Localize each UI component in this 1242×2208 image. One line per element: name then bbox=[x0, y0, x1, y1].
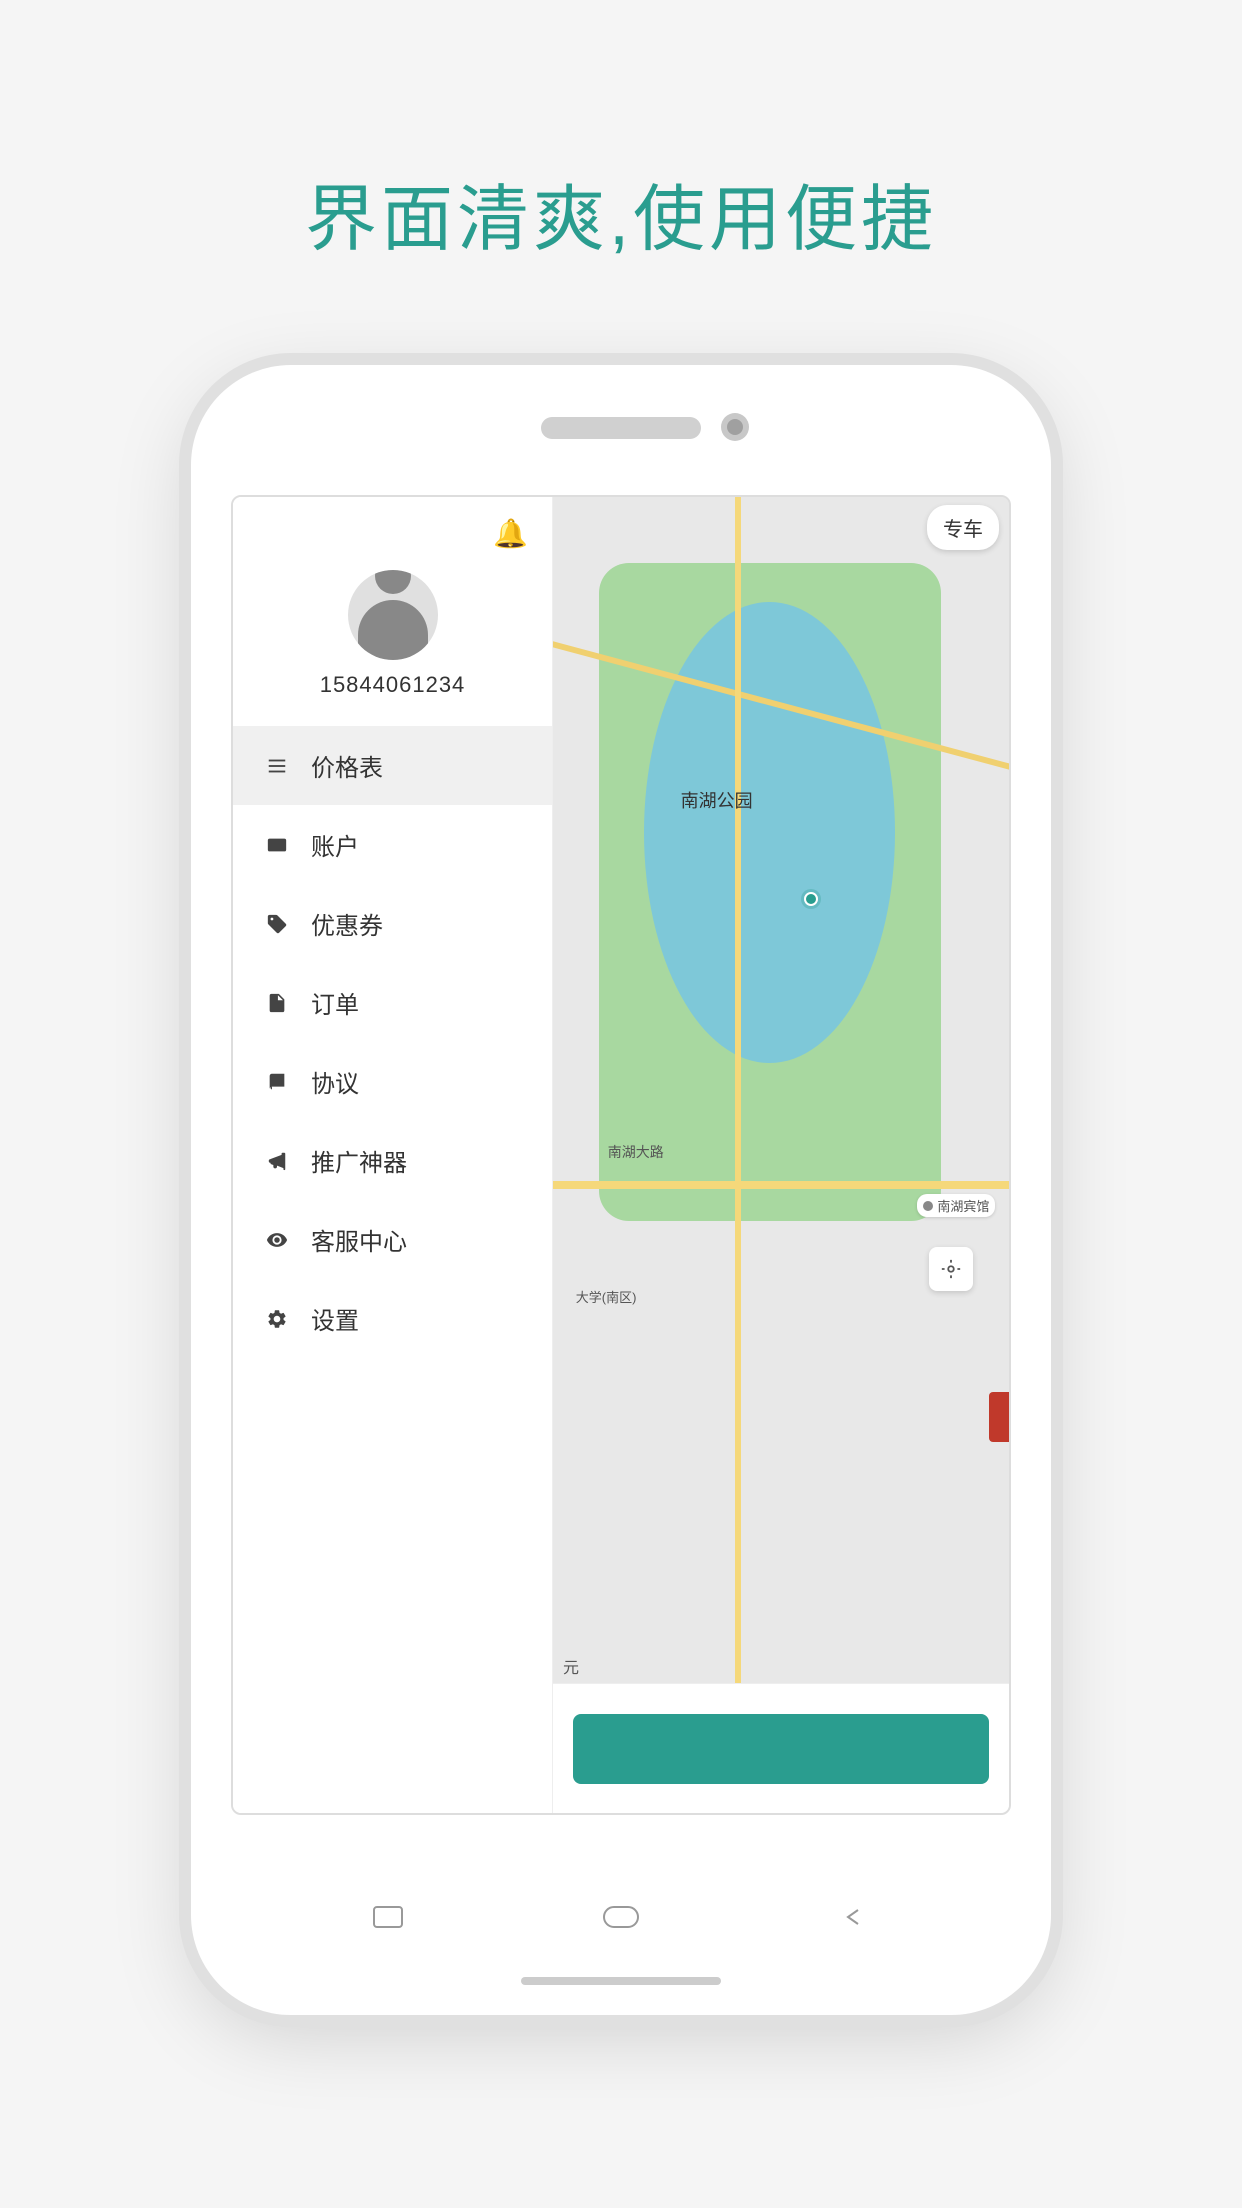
red-marker bbox=[989, 1392, 1009, 1442]
menu-item-coupon[interactable]: 优惠券 bbox=[233, 884, 552, 963]
menu-item-orders[interactable]: 订单 bbox=[233, 963, 552, 1042]
gps-button[interactable] bbox=[929, 1247, 973, 1291]
menu-item-agreement[interactable]: 协议 bbox=[233, 1042, 552, 1121]
menu-item-label: 推广神器 bbox=[311, 1143, 407, 1178]
call-car-button[interactable] bbox=[573, 1714, 989, 1784]
menu-item-promotion[interactable]: 推广神器 bbox=[233, 1121, 552, 1200]
lake-area bbox=[644, 602, 895, 1063]
road-horizontal bbox=[553, 1181, 1009, 1189]
avatar[interactable] bbox=[348, 570, 438, 660]
megaphone-icon bbox=[261, 1150, 293, 1172]
wallet-icon bbox=[261, 834, 293, 856]
hotel-dot bbox=[923, 1201, 933, 1211]
yuan-label: 元 bbox=[563, 1654, 579, 1678]
menu-item-label: 设置 bbox=[311, 1301, 359, 1336]
menu-item-label: 协议 bbox=[311, 1064, 359, 1099]
home-bar bbox=[521, 1977, 721, 1985]
bottom-cta-area bbox=[553, 1683, 1009, 1813]
park-label: 南湖公园 bbox=[681, 787, 753, 813]
menu-item-label: 客服中心 bbox=[311, 1222, 407, 1257]
eye-icon bbox=[261, 1229, 293, 1251]
book-icon bbox=[261, 1071, 293, 1093]
menu-panel: 🔔 15844061234 bbox=[233, 497, 553, 1813]
phone-speaker bbox=[541, 417, 701, 439]
menu-item-label: 价格表 bbox=[311, 748, 383, 783]
nav-icon-rect[interactable] bbox=[363, 1899, 413, 1935]
phone-mockup: 🔔 15844061234 bbox=[191, 365, 1051, 2015]
university-label: 大学(南区) bbox=[576, 1287, 637, 1306]
phone-screen: 🔔 15844061234 bbox=[231, 495, 1011, 1815]
menu-item-label: 优惠券 bbox=[311, 906, 383, 941]
avatar-head bbox=[375, 570, 411, 594]
road-vertical bbox=[735, 497, 741, 1813]
list-icon bbox=[261, 755, 293, 777]
hotel-label: 南湖宾馆 bbox=[917, 1194, 995, 1217]
nav-icon-home[interactable] bbox=[596, 1899, 646, 1935]
receipt-icon bbox=[261, 992, 293, 1014]
phone-bottom-bar bbox=[191, 1899, 1051, 1935]
bell-area: 🔔 bbox=[233, 497, 552, 560]
phone-camera bbox=[721, 413, 749, 441]
menu-item-account[interactable]: 账户 bbox=[233, 805, 552, 884]
gear-icon bbox=[261, 1308, 293, 1330]
bell-icon[interactable]: 🔔 bbox=[493, 517, 528, 550]
tag-icon bbox=[261, 913, 293, 935]
avatar-section: 15844061234 bbox=[233, 560, 552, 726]
zhuanche-tab[interactable]: 专车 bbox=[927, 505, 999, 550]
page-title: 界面清爽,使用便捷 bbox=[305, 160, 937, 265]
menu-item-label: 订单 bbox=[311, 985, 359, 1020]
avatar-body bbox=[358, 600, 428, 660]
map-panel: 南湖公园 南湖大路 南湖宾馆 大学(南区) 专车 bbox=[553, 497, 1009, 1813]
menu-item-label: 账户 bbox=[311, 827, 359, 862]
menu-item-settings[interactable]: 设置 bbox=[233, 1279, 552, 1358]
menu-item-price-list[interactable]: 价格表 bbox=[233, 726, 552, 805]
menu-item-support[interactable]: 客服中心 bbox=[233, 1200, 552, 1279]
location-dot bbox=[804, 892, 818, 906]
user-phone-number: 15844061234 bbox=[320, 672, 466, 698]
nav-icon-back[interactable] bbox=[829, 1899, 879, 1935]
road-label: 南湖大路 bbox=[608, 1142, 664, 1162]
menu-items-list: 价格表 账户 优惠券 bbox=[233, 726, 552, 1813]
